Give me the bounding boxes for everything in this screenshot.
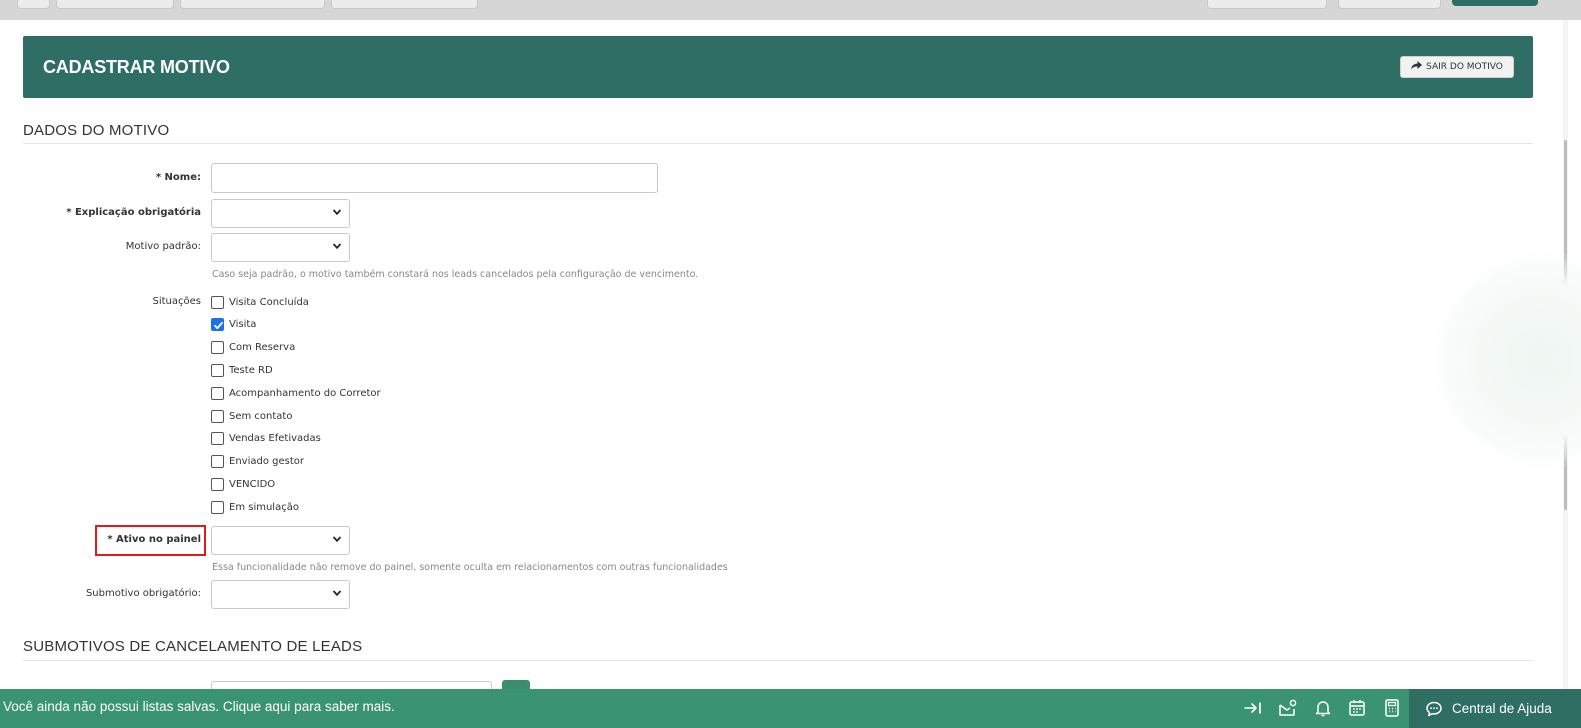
- toolbar-primary-button[interactable]: [1452, 0, 1538, 6]
- bell-icon[interactable]: [1313, 698, 1333, 718]
- exit-motivo-label: SAIR DO MOTIVO: [1426, 62, 1503, 72]
- ativo-painel-select[interactable]: [211, 526, 350, 555]
- chevron-down-icon: [333, 536, 341, 543]
- page-title: CADASTRAR MOTIVO: [43, 57, 230, 77]
- situacao-label: Vendas Efetivadas: [229, 433, 321, 445]
- situacao-option[interactable]: Teste RD: [211, 363, 273, 377]
- situacao-option[interactable]: VENCIDO: [211, 477, 275, 491]
- situacao-checkbox[interactable]: [211, 409, 224, 423]
- toolbar-tab[interactable]: [331, 0, 478, 9]
- situacao-label: Em simulação: [229, 501, 299, 513]
- ativo-painel-help: Essa funcionalidade não remove do painel…: [212, 562, 728, 573]
- situacao-label: Sem contato: [229, 410, 293, 422]
- help-center-button[interactable]: Central de Ajuda: [1409, 689, 1581, 728]
- top-toolbar: [0, 0, 1581, 20]
- situacao-option[interactable]: Acompanhamento do Corretor: [211, 386, 381, 400]
- situacao-option[interactable]: Vendas Efetivadas: [211, 432, 321, 446]
- chevron-down-icon: [333, 590, 341, 597]
- divider: [23, 143, 1533, 144]
- situacao-checkbox[interactable]: [211, 386, 224, 400]
- situacao-option[interactable]: Em simulação: [211, 500, 299, 514]
- toolbar-tab[interactable]: [56, 0, 174, 9]
- explicacao-select[interactable]: [211, 199, 350, 228]
- motivo-padrao-select[interactable]: [211, 233, 350, 262]
- situacao-label: VENCIDO: [229, 478, 276, 490]
- ativo-painel-label: * Ativo no painel: [107, 534, 201, 545]
- situacao-label: Visita Concluída: [229, 296, 309, 308]
- situacao-option[interactable]: Enviado gestor: [211, 455, 304, 469]
- bottom-bar: Você ainda não possui listas salvas. Cli…: [0, 689, 1581, 728]
- share-arrow-icon: [1411, 61, 1423, 73]
- situacao-option[interactable]: Com Reserva: [211, 341, 295, 355]
- situacao-checkbox[interactable]: [211, 295, 224, 309]
- divider: [23, 660, 1533, 661]
- situacao-checkbox[interactable]: [211, 318, 224, 332]
- toolbar-control[interactable]: [1207, 0, 1327, 9]
- situacao-option[interactable]: Visita Concluída: [211, 295, 309, 309]
- nome-label: * Nome:: [155, 172, 201, 183]
- section-title-dados: DADOS DO MOTIVO: [23, 122, 170, 139]
- motivo-padrao-label: Motivo padrão:: [125, 241, 201, 252]
- situacao-label: Teste RD: [229, 364, 273, 376]
- submotivo-select[interactable]: [211, 580, 350, 609]
- situacao-label: Com Reserva: [229, 342, 296, 354]
- situacao-checkbox[interactable]: [211, 341, 224, 355]
- situacao-checkbox[interactable]: [211, 477, 224, 491]
- exit-motivo-button[interactable]: SAIR DO MOTIVO: [1400, 56, 1514, 78]
- collapse-arrow-icon[interactable]: [1243, 698, 1263, 718]
- chevron-down-icon: [333, 209, 341, 216]
- situacao-label: Enviado gestor: [229, 456, 304, 468]
- toolbar-control[interactable]: [1338, 0, 1441, 9]
- situacao-checkbox[interactable]: [211, 455, 224, 469]
- saved-lists-message[interactable]: Você ainda não possui listas salvas. Cli…: [3, 699, 395, 714]
- section-title-submotivos: SUBMOTIVOS DE CANCELAMENTO DE LEADS: [23, 638, 363, 655]
- background-decoration: [1430, 250, 1581, 470]
- help-center-label: Central de Ajuda: [1452, 701, 1552, 716]
- nome-input[interactable]: [211, 163, 658, 193]
- submotivo-label: Submotivo obrigatório:: [85, 588, 201, 599]
- situacao-checkbox[interactable]: [211, 432, 224, 446]
- explicacao-label: * Explicação obrigatória: [66, 207, 201, 218]
- chat-bubble-icon: [1426, 701, 1442, 716]
- situacao-checkbox[interactable]: [211, 500, 224, 514]
- situacao-option[interactable]: Sem contato: [211, 409, 292, 423]
- situacao-checkbox[interactable]: [211, 363, 224, 377]
- calculator-icon[interactable]: [1382, 698, 1402, 718]
- page-header: CADASTRAR MOTIVO SAIR DO MOTIVO: [23, 36, 1533, 98]
- mail-settings-icon[interactable]: [1278, 698, 1298, 718]
- toolbar-tab[interactable]: [180, 0, 325, 9]
- toolbar-tab[interactable]: [17, 0, 50, 9]
- situacao-label: Visita: [229, 319, 257, 331]
- situacao-label: Acompanhamento do Corretor: [229, 387, 381, 399]
- motivo-padrao-help: Caso seja padrão, o motivo também consta…: [212, 269, 699, 280]
- situacao-option[interactable]: Visita: [211, 318, 256, 332]
- situacoes-label: Situações: [152, 296, 202, 307]
- calendar-icon[interactable]: [1347, 698, 1367, 718]
- chevron-down-icon: [333, 243, 341, 250]
